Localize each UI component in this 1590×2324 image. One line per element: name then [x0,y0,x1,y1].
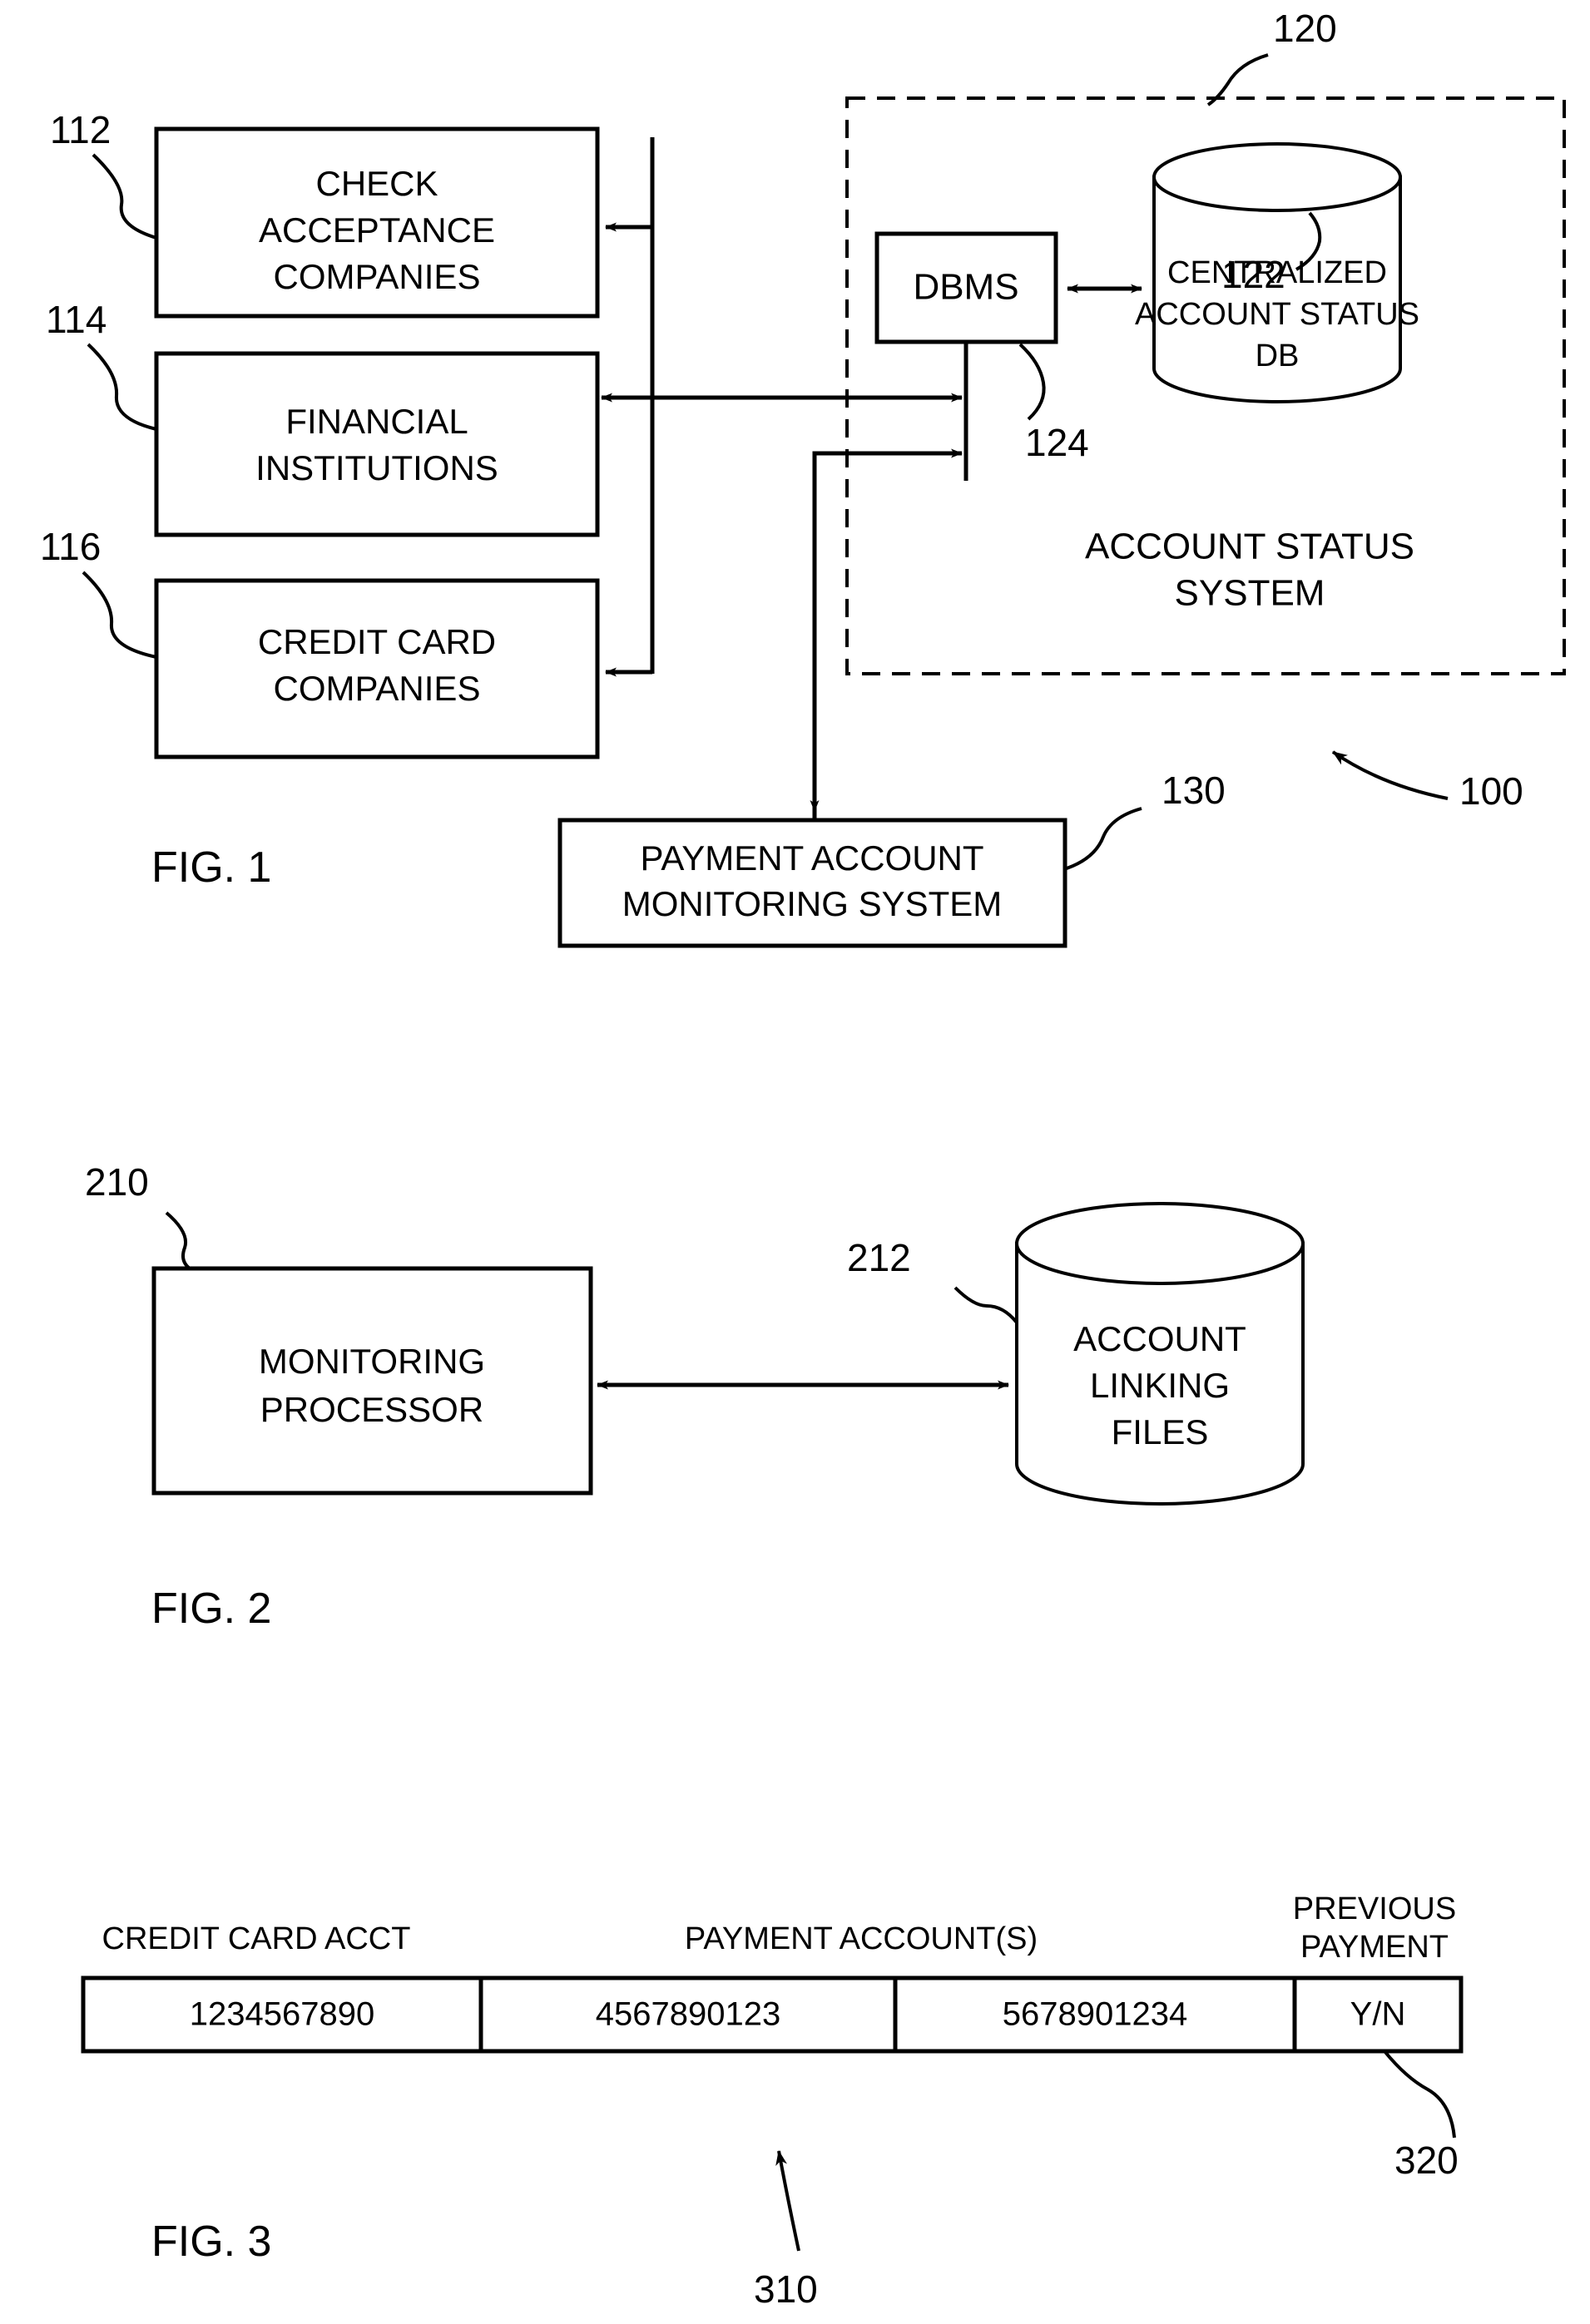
monitoring-to-dbms-connector [812,448,963,820]
table-header-previous-payment-line-2: PAYMENT [1300,1930,1449,1965]
ref-112-leader [92,153,157,240]
ref-212: 212 [847,1236,911,1279]
financial-institutions-line-1: FINANCIAL [285,402,468,441]
account-linking-files-line-1: ACCOUNT [1073,1319,1246,1358]
account-status-system-line-1: ACCOUNT STATUS [1085,527,1414,567]
ref-210: 210 [85,1160,149,1204]
ref-114: 114 [46,298,106,341]
table-header-payment-accounts: PAYMENT ACCOUNT(S) [685,1921,1038,1956]
patent-drawing-page: CHECK ACCEPTANCE COMPANIES FINANCIAL INS… [0,0,1590,2324]
ref-116-leader [82,571,157,659]
financial-institutions-line-2: INSTITUTIONS [255,448,498,487]
fig-3-caption: FIG. 3 [151,2218,271,2266]
table-value-payment-account-2: 5678901234 [1003,1996,1187,2033]
ref-310: 310 [754,2267,818,2311]
ref-120: 120 [1273,7,1337,50]
account-linking-files-line-2: LINKING [1090,1366,1230,1405]
account-status-system-line-2: SYSTEM [1175,573,1325,614]
payment-monitoring-line-1: PAYMENT ACCOUNT [640,838,983,878]
monitoring-processor-line-1: MONITORING [259,1342,485,1381]
ref-100: 100 [1459,769,1523,813]
ref-122: 122 [1221,253,1285,296]
fig-2-caption: FIG. 2 [151,1585,271,1633]
table-header-credit-card-acct: CREDIT CARD ACCT [102,1921,411,1956]
ref-124: 124 [1025,421,1089,464]
centralized-db-line-2: ACCOUNT STATUS [1135,297,1419,332]
check-acceptance-companies-line-1: CHECK [315,164,438,203]
ref-320: 320 [1394,2139,1459,2182]
ref-320-leader [1383,2050,1456,2139]
check-acceptance-companies-line-3: COMPANIES [274,257,481,296]
check-acceptance-companies-line-2: ACCEPTANCE [259,210,495,250]
ref-116: 116 [40,525,101,568]
ref-112: 112 [50,108,111,151]
table-value-previous-payment: Y/N [1350,1996,1406,2033]
table-value-payment-account-1: 4567890123 [596,1996,780,2033]
monitoring-processor-line-2: PROCESSOR [260,1390,483,1429]
ref-100-leader-arrow [1331,750,1449,800]
ref-130-leader [1066,807,1142,870]
centralized-db-line-3: DB [1256,339,1300,373]
ref-130: 130 [1162,769,1226,812]
drawing-canvas: CHECK ACCEPTANCE COMPANIES FINANCIAL INS… [40,7,1566,2311]
ref-114-leader [87,343,157,431]
payment-monitoring-line-2: MONITORING SYSTEM [622,884,1003,923]
table-value-credit-card-acct: 1234567890 [190,1996,374,2033]
account-linking-files-line-3: FILES [1112,1412,1209,1451]
ref-124-leader [1018,343,1046,421]
fig-1-caption: FIG. 1 [151,843,271,892]
credit-card-companies-line-2: COMPANIES [274,669,481,708]
ref-212-leader [954,1286,1018,1324]
ref-310-leader-arrow [775,2150,800,2252]
dbms-label: DBMS [913,267,1018,308]
ref-210-leader [165,1211,191,1270]
credit-card-companies-line-1: CREDIT CARD [258,622,496,661]
financial-institutions-box [154,351,600,537]
table-header-previous-payment-line-1: PREVIOUS [1293,1891,1456,1926]
